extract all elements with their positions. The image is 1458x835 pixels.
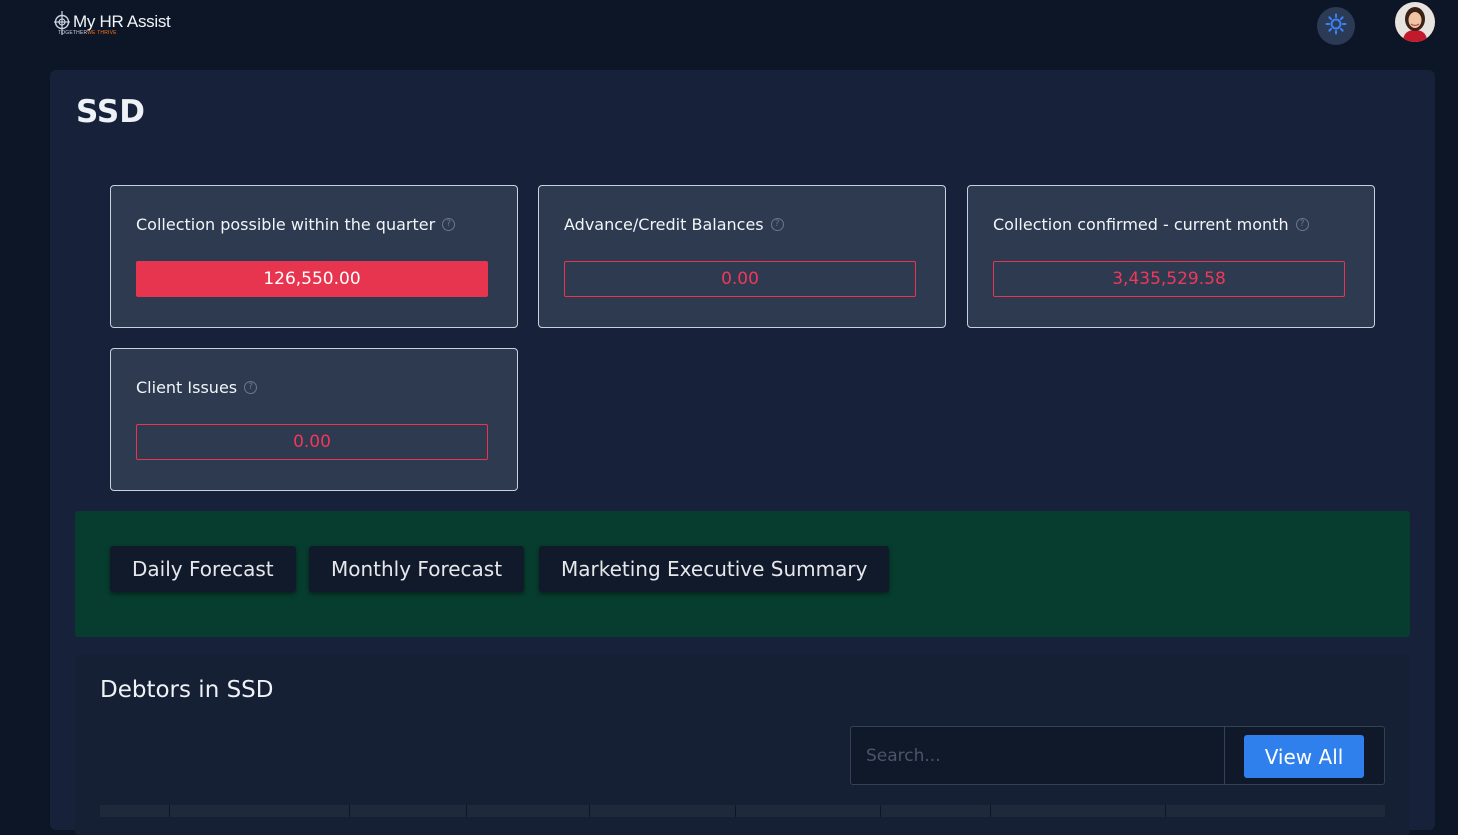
kpi-card-collection-quarter: Collection possible within the quarter ?… [110, 185, 518, 328]
kpi-label: Collection confirmed - current month ? [993, 215, 1309, 234]
kpi-label: Collection possible within the quarter ? [136, 215, 456, 234]
kpi-label: Advance/Credit Balances ? [564, 215, 784, 234]
kpi-value[interactable]: 3,435,529.58 [993, 261, 1345, 297]
debtors-table-header [100, 805, 1385, 817]
table-header-cell [736, 805, 881, 817]
table-header-cell [350, 805, 467, 817]
monthly-forecast-button[interactable]: Monthly Forecast [309, 546, 525, 592]
debtors-section: Debtors in SSD View All [75, 655, 1410, 835]
question-circle-icon[interactable]: ? [770, 218, 784, 231]
forecast-toolbar: Daily Forecast Monthly Forecast Marketin… [75, 511, 1410, 637]
kpi-label: Client Issues ? [136, 378, 258, 397]
kpi-label-text: Collection possible within the quarter [136, 215, 436, 234]
kpi-label-text: Client Issues [136, 378, 238, 397]
marketing-executive-summary-button[interactable]: Marketing Executive Summary [539, 546, 890, 592]
table-header-cell [170, 805, 350, 817]
kpi-card-collection-confirmed: Collection confirmed - current month ? 3… [967, 185, 1375, 328]
view-all-button[interactable]: View All [1244, 735, 1364, 778]
brand-tagline-accent: WE THRIVE [87, 30, 117, 36]
user-avatar[interactable] [1395, 2, 1435, 42]
table-header-cell [100, 805, 170, 817]
daily-forecast-button[interactable]: Daily Forecast [110, 546, 296, 592]
brand-tagline: TOGETHERWE THRIVE [58, 30, 117, 36]
kpi-value[interactable]: 0.00 [564, 261, 916, 297]
kpi-value[interactable]: 0.00 [136, 424, 488, 460]
kpi-card-advance-credit: Advance/Credit Balances ? 0.00 [538, 185, 946, 328]
debtors-title: Debtors in SSD [100, 677, 274, 703]
question-circle-icon[interactable]: ? [1295, 218, 1309, 231]
kpi-card-client-issues: Client Issues ? 0.00 [110, 348, 518, 491]
kpi-label-text: Advance/Credit Balances [564, 215, 764, 234]
theme-toggle-button[interactable] [1317, 7, 1355, 45]
table-header-cell [1166, 805, 1385, 817]
table-header-cell [881, 805, 991, 817]
table-header-cell [467, 805, 590, 817]
search-group: View All [850, 726, 1385, 785]
sun-icon [1325, 13, 1347, 39]
table-header-cell [590, 805, 736, 817]
question-circle-icon[interactable]: ? [244, 381, 258, 394]
question-circle-icon[interactable]: ? [442, 218, 456, 231]
kpi-value[interactable]: 126,550.00 [136, 261, 488, 297]
brand-tagline-prefix: TOGETHER [58, 30, 88, 36]
table-header-cell [991, 805, 1166, 817]
top-bar: My HR Assist TOGETHERWE THRIVE [0, 0, 1458, 62]
page-title: SSD [76, 94, 145, 130]
kpi-label-text: Collection confirmed - current month [993, 215, 1289, 234]
search-input[interactable] [851, 727, 1225, 784]
